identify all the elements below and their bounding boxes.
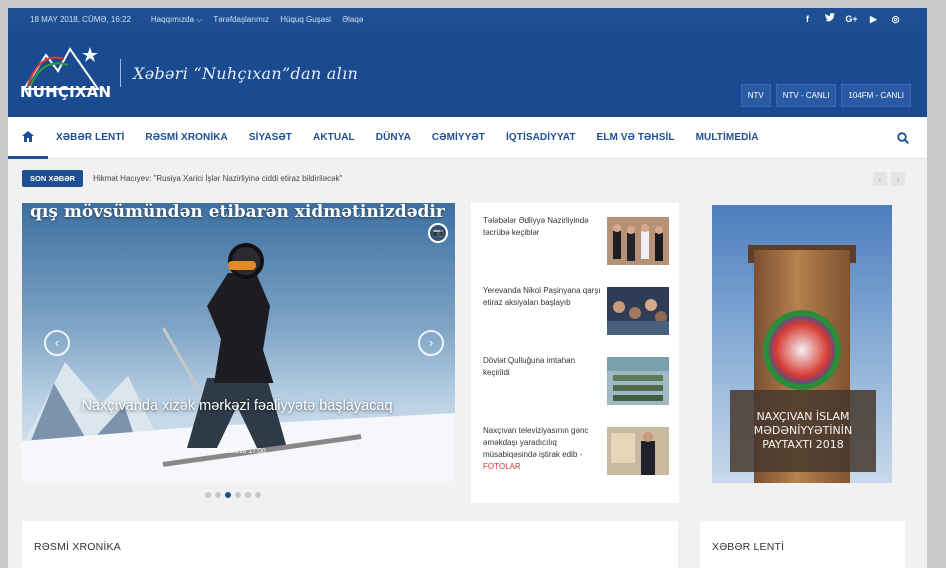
fm-live-button[interactable]: 104FM - CANLI [841,84,911,107]
news-item[interactable]: Dövlət Qulluğuna imtahan keçirildi [471,343,679,407]
ntv-live-button[interactable]: NTV - CANLI [775,84,837,107]
news-title[interactable]: Naxçıvan televiziyasının gənc əməkdaşı y… [483,425,601,473]
breaking-news-badge: SON XƏBƏR [22,169,84,187]
site-slogan: Xəbəri “Nuhçıxan”dan alın [133,64,359,83]
banner-label: NAXÇIVAN İSLAM MƏDƏNİYYƏTİNİN PAYTAXTI 2… [730,390,876,472]
news-photo-tag: FOTOLAR [483,462,521,471]
slider-dot[interactable] [215,492,221,498]
nav-item-economy[interactable]: İQTİSADİYYAT [506,132,576,143]
news-title[interactable]: Dövlət Qulluğuna imtahan keçirildi [483,355,601,379]
news-title[interactable]: Tələbələr Ədliyyə Nazirliyində təcrübə k… [483,215,601,239]
skier-body [207,273,274,383]
slider-dot[interactable] [225,492,231,498]
camera-icon: 📷 [428,223,448,243]
slider-dot[interactable] [255,492,261,498]
top-bar: 18 MAY 2018, CÜMƏ, 16:22 Haqqımızda ⌵ Tə… [8,8,927,31]
main-nav: XƏBƏR LENTİ RƏSMİ XRONİKA SİYASƏT AKTUAL… [8,117,927,159]
current-date: 18 MAY 2018, CÜMƏ, 16:22 [30,15,131,24]
nav-item-news-feed[interactable]: XƏBƏR LENTİ [56,132,124,143]
breaking-news-ticker: SON XƏBƏR Hikmət Hacıyev: "Rusiya Xarici… [22,169,342,187]
slider-dots [205,492,261,498]
nav-item-world[interactable]: DÜNYA [376,132,411,143]
news-item[interactable]: Tələbələr Ədliyyə Nazirliyində təcrübə k… [471,203,679,267]
search-icon[interactable] [897,131,910,145]
slider-dot[interactable] [245,492,251,498]
top-link-contact[interactable]: Əlaqə [342,15,363,24]
nav-item-society[interactable]: CƏMİYYƏT [432,132,485,143]
culture-capital-banner[interactable]: NAXÇIVAN İSLAM MƏDƏNİYYƏTİNİN PAYTAXTI 2… [712,205,892,483]
header-divider [120,59,121,87]
ntv-button[interactable]: NTV [740,84,771,107]
social-links: f G+ ▶ ◎ [800,12,903,27]
section-heading[interactable]: RƏSMİ XRONİKA [34,541,121,553]
news-thumbnail[interactable] [607,217,669,265]
nav-item-official-chronicle[interactable]: RƏSMİ XRONİKA [145,132,227,143]
featured-slider[interactable]: qış mövsümündən etibarən xidmətinizdədir… [22,203,455,481]
top-link-legal[interactable]: Hüquq Guşəsi [280,15,331,24]
site-logo[interactable]: NUHÇIXAN [20,45,112,107]
slider-dot[interactable] [205,492,211,498]
logo-text: NUHÇIXAN [20,83,112,101]
nav-item-politics[interactable]: SİYASƏT [249,132,292,143]
slide-overlay-text: qış mövsümündən etibarən xidmətinizdədir [30,203,445,222]
ticker-next-icon[interactable]: › [891,172,905,186]
home-icon[interactable] [8,117,48,159]
latest-news-list: Tələbələr Ədliyyə Nazirliyində təcrübə k… [471,203,679,503]
youtube-icon[interactable]: ▶ [866,12,881,27]
news-title[interactable]: Yerevanda Nikol Paşinyana qarşı etiraz a… [483,285,601,309]
section-news-feed: XƏBƏR LENTİ [700,521,905,568]
nav-item-multimedia[interactable]: MULTİMEDİA [696,132,759,143]
news-thumbnail[interactable] [607,287,669,335]
ticker-headline[interactable]: Hikmət Hacıyev: "Rusiya Xarici İşlər Naz… [93,174,342,183]
instagram-icon[interactable]: ◎ [888,12,903,27]
nav-item-science-education[interactable]: ELM VƏ TƏHSİL [597,132,675,143]
news-item[interactable]: Yerevanda Nikol Paşinyana qarşı etiraz a… [471,273,679,337]
ski-pole [162,327,205,399]
page: 18 MAY 2018, CÜMƏ, 16:22 Haqqımızda ⌵ Tə… [8,8,927,568]
section-heading[interactable]: XƏBƏR LENTİ [712,541,784,553]
ticker-arrows: ‹ › [873,172,905,186]
slider-prev-icon[interactable]: ‹ [44,330,70,356]
slide-caption[interactable]: Naxçıvanda xizək mərkəzi fəaliyyətə başl… [62,396,412,416]
top-links: Haqqımızda ⌵ Tərəfdaşlarımız Hüquq Guşəs… [151,15,372,25]
twitter-icon[interactable] [822,12,837,27]
site-header: NUHÇIXAN Xəbəri “Nuhçıxan”dan alın NTV N… [8,31,927,117]
slider-next-icon[interactable]: › [418,330,444,356]
section-official-chronicle: RƏSMİ XRONİKA [22,521,678,568]
facebook-icon[interactable]: f [800,12,815,27]
ticker-prev-icon[interactable]: ‹ [873,172,887,186]
slide-date: 17.05.2018 17:00 [211,448,266,455]
live-buttons: NTV NTV - CANLI 104FM - CANLI [740,84,911,107]
news-title-text: Naxçıvan televiziyasının gənc əməkdaşı y… [483,426,589,459]
nav-item-actual[interactable]: AKTUAL [313,132,355,143]
top-link-about[interactable]: Haqqımızda ⌵ [151,15,202,24]
slider-dot[interactable] [235,492,241,498]
google-plus-icon[interactable]: G+ [844,12,859,27]
news-thumbnail[interactable] [607,357,669,405]
news-thumbnail[interactable] [607,427,669,475]
skier-goggles [228,261,256,270]
top-link-partners[interactable]: Tərəfdaşlarımız [213,15,269,24]
emblem-icon [763,310,841,390]
news-item[interactable]: Naxçıvan televiziyasının gənc əməkdaşı y… [471,413,679,495]
